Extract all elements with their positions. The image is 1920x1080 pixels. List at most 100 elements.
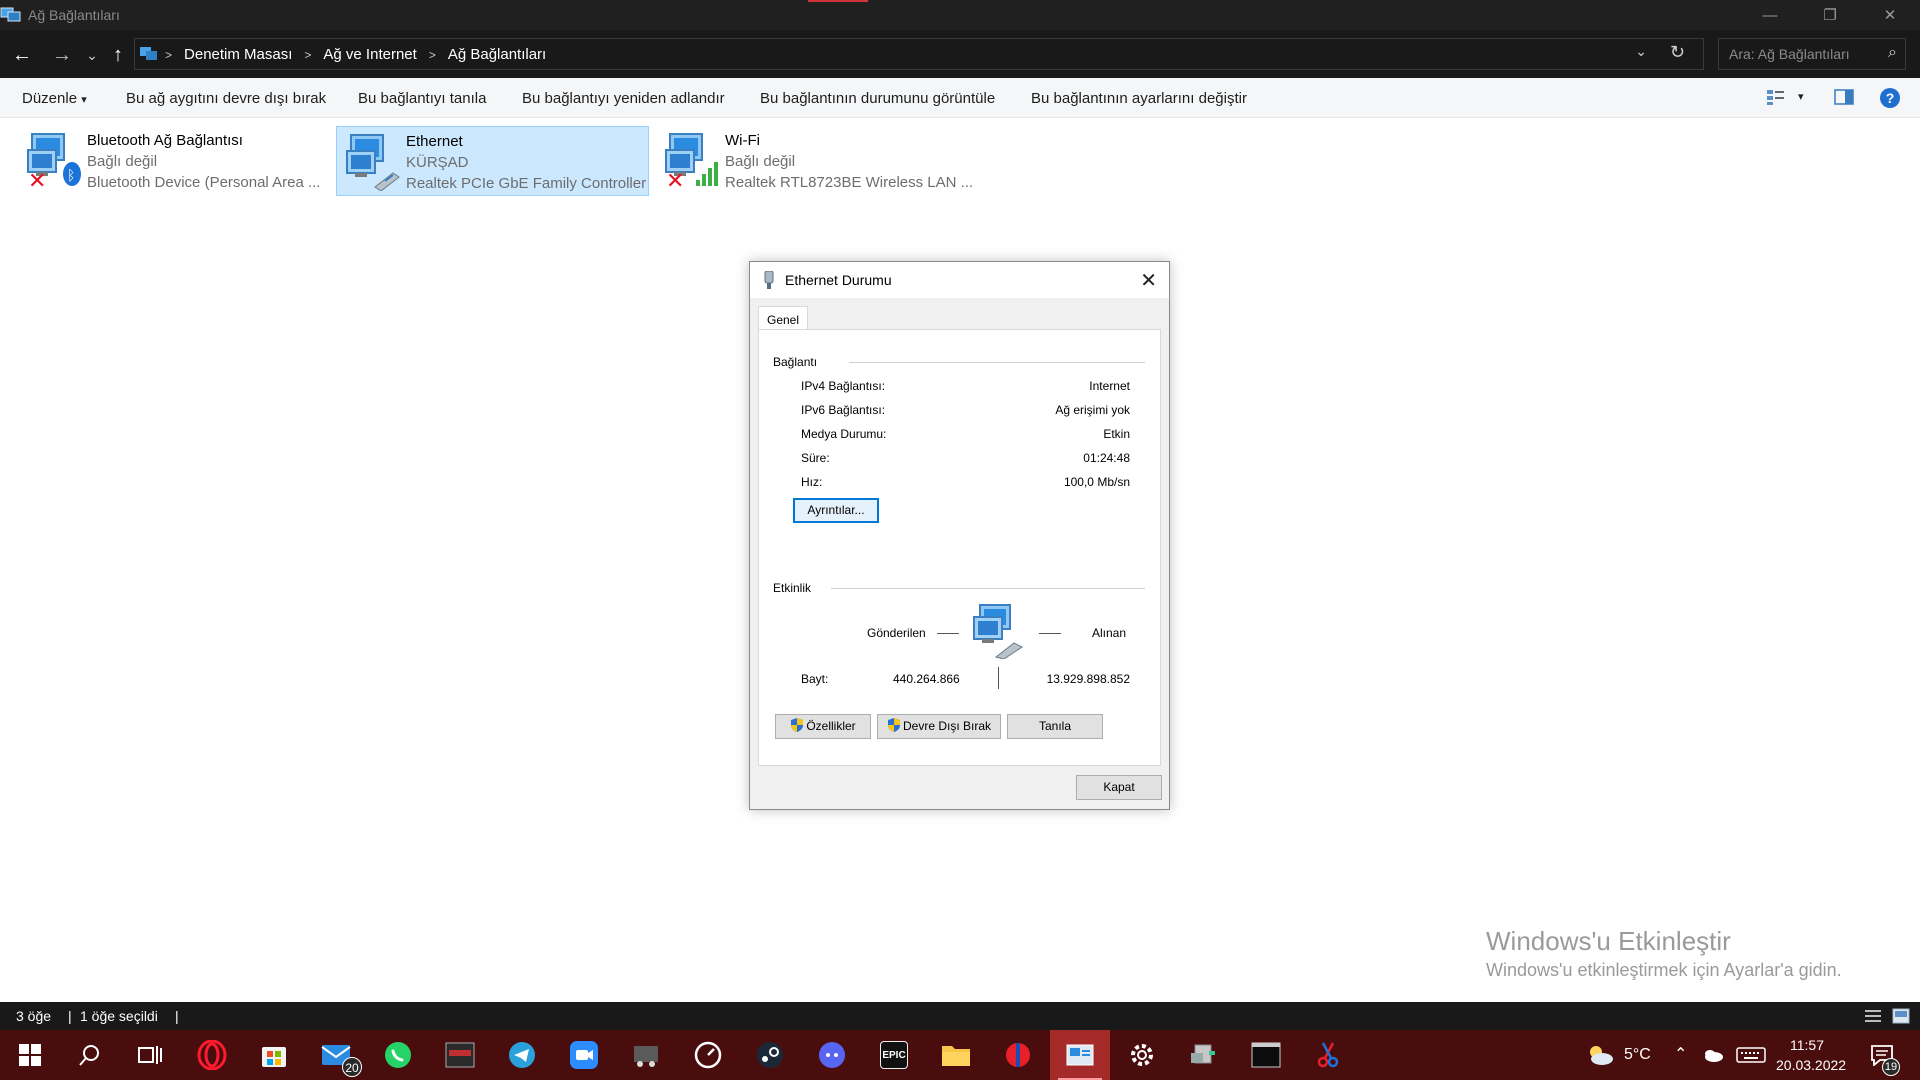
breadcrumb: > Denetim Masası > Ağ ve Internet > Ağ B…: [165, 46, 546, 63]
connection-device: Bluetooth Device (Personal Area ...: [87, 174, 321, 191]
recent-locations-dropdown[interactable]: ⌄: [80, 44, 104, 66]
chevron-up-icon[interactable]: ⌃: [1674, 1044, 1687, 1064]
sent-line: [937, 633, 959, 634]
address-bar[interactable]: > Denetim Masası > Ağ ve Internet > Ağ B…: [134, 38, 1704, 70]
diagnose-connection-button[interactable]: Bu bağlantıyı tanıla: [358, 90, 486, 107]
organize-label: Düzenle: [22, 90, 78, 107]
weather-temperature[interactable]: 5°C: [1624, 1046, 1651, 1064]
opera-icon: [197, 1040, 227, 1070]
details-button[interactable]: Ayrıntılar...: [793, 498, 879, 523]
epic-games-button[interactable]: EPIC: [864, 1030, 924, 1080]
telegram-icon: [509, 1042, 535, 1068]
address-dropdown-icon[interactable]: ⌄: [1635, 43, 1647, 60]
breadcrumb-network-connections[interactable]: Ağ Bağlantıları: [448, 46, 546, 63]
details-view-icon[interactable]: [1864, 1009, 1882, 1023]
connection-item-wifi[interactable]: ✕ Wi-Fi Bağlı değil Realtek RTL8723BE Wi…: [656, 126, 973, 196]
search-taskbar-button[interactable]: [60, 1030, 120, 1080]
steam-icon: [757, 1042, 783, 1068]
opera-button[interactable]: [182, 1030, 242, 1080]
search-input[interactable]: Ara: Ağ Bağlantıları ⌕: [1718, 38, 1906, 70]
network-adapter-app-button[interactable]: [1174, 1030, 1234, 1080]
help-icon[interactable]: ?: [1880, 88, 1900, 108]
file-explorer-button[interactable]: [926, 1030, 986, 1080]
view-options-icon[interactable]: [1766, 88, 1786, 106]
change-settings-button[interactable]: Bu bağlantının ayarlarını değiştir: [1031, 90, 1247, 107]
clock-date[interactable]: 20.03.2022: [1776, 1057, 1846, 1073]
terminal-button[interactable]: [1236, 1030, 1296, 1080]
organize-button[interactable]: Düzenle ▾: [22, 90, 87, 107]
wifi-network-icon: ✕: [665, 133, 718, 190]
chevron-down-icon: ▾: [81, 94, 87, 106]
connection-status: Bağlı değil: [725, 153, 796, 170]
breadcrumb-control-panel[interactable]: Denetim Masası: [184, 46, 292, 63]
game-app-button[interactable]: [988, 1030, 1048, 1080]
task-view-button[interactable]: [120, 1030, 180, 1080]
telegram-button[interactable]: [492, 1030, 552, 1080]
back-button[interactable]: ←: [10, 44, 34, 66]
speedometer-icon: [694, 1041, 722, 1069]
steam-button[interactable]: [740, 1030, 800, 1080]
taskbar: 20 EPIC 5°C ⌃ 11:57 20.03.2022 19: [0, 1030, 1920, 1080]
preview-pane-icon[interactable]: [1834, 88, 1854, 106]
media-status-label: Medya Durumu:: [801, 427, 887, 441]
settings-button[interactable]: [1112, 1030, 1172, 1080]
microsoft-store-button[interactable]: [244, 1030, 304, 1080]
refresh-icon[interactable]: ↻: [1670, 42, 1685, 63]
view-status-button[interactable]: Bu bağlantının durumunu görüntüle: [760, 90, 995, 107]
svg-text:✕: ✕: [28, 169, 46, 190]
app-launcher-button[interactable]: [430, 1030, 490, 1080]
truck-game-icon: [634, 1046, 658, 1067]
breadcrumb-network-internet[interactable]: Ağ ve Internet: [323, 46, 416, 63]
tab-general[interactable]: Genel: [758, 306, 808, 330]
close-icon[interactable]: ✕: [1140, 268, 1157, 293]
whatsapp-button[interactable]: [368, 1030, 428, 1080]
breadcrumb-separator: >: [304, 47, 312, 62]
disable-button[interactable]: Devre Dışı Bırak: [877, 714, 1001, 739]
properties-label: Özellikler: [806, 719, 856, 733]
red-shield-app-icon: [1006, 1043, 1030, 1067]
command-bar: Düzenle ▾ Bu ağ aygıtını devre dışı bıra…: [0, 78, 1920, 118]
mail-badge: 20: [342, 1057, 362, 1077]
diagnose-button[interactable]: Tanıla: [1007, 714, 1103, 739]
snipping-tool-button[interactable]: [1298, 1030, 1358, 1080]
view-options-dropdown-icon[interactable]: ▾: [1798, 90, 1804, 103]
gear-icon: [1131, 1044, 1153, 1066]
game-launcher-button[interactable]: [616, 1030, 676, 1080]
breadcrumb-separator: >: [165, 47, 173, 62]
close-window-button[interactable]: ✕: [1860, 0, 1920, 30]
keyboard-icon[interactable]: [1736, 1047, 1766, 1063]
large-icons-view-icon[interactable]: [1892, 1008, 1910, 1024]
mail-button[interactable]: 20: [306, 1030, 366, 1080]
clock-time[interactable]: 11:57: [1790, 1037, 1824, 1053]
start-button[interactable]: [0, 1030, 60, 1080]
connection-name: Wi-Fi: [725, 132, 760, 149]
ipv6-label: IPv6 Bağlantısı:: [801, 403, 886, 417]
forward-button[interactable]: →: [50, 44, 74, 66]
zoom-button[interactable]: [554, 1030, 614, 1080]
up-button[interactable]: ↑: [106, 44, 130, 66]
close-button[interactable]: Kapat: [1076, 775, 1162, 800]
onedrive-icon[interactable]: [1702, 1048, 1724, 1062]
disable-device-button[interactable]: Bu ağ aygıtını devre dışı bırak: [126, 90, 326, 107]
speedtest-button[interactable]: [678, 1030, 738, 1080]
window-titlebar: Ağ Bağlantıları — ❐ ✕: [0, 0, 1920, 30]
item-count: 3 öğe: [16, 1008, 52, 1024]
connection-device: Realtek RTL8723BE Wireless LAN ...: [725, 174, 974, 191]
connection-item-ethernet[interactable]: Ethernet KÜRŞAD Realtek PCIe GbE Family …: [336, 126, 649, 196]
activation-watermark-title: Windows'u Etkinleştir: [1486, 926, 1731, 956]
network-connections-taskbar-button[interactable]: [1050, 1030, 1110, 1080]
windows-logo-icon: [19, 1044, 41, 1066]
weather-cloud-icon[interactable]: [1586, 1044, 1614, 1066]
properties-button[interactable]: Özellikler: [775, 714, 871, 739]
discord-button[interactable]: [802, 1030, 862, 1080]
rename-connection-button[interactable]: Bu bağlantıyı yeniden adlandır: [522, 90, 725, 107]
search-icon[interactable]: ⌕: [1888, 44, 1897, 62]
folder-icon: [942, 1046, 970, 1066]
search-placeholder: Ara: Ağ Bağlantıları: [1729, 46, 1850, 62]
microsoft-store-icon: [262, 1047, 286, 1067]
svg-text:ᛒ: ᛒ: [67, 168, 75, 184]
minimize-button[interactable]: —: [1740, 0, 1800, 30]
discord-icon: [819, 1042, 845, 1068]
connection-item-bluetooth[interactable]: ✕ ᛒ Bluetooth Ağ Bağlantısı Bağlı değil …: [18, 126, 330, 196]
maximize-button[interactable]: ❐: [1800, 0, 1860, 30]
